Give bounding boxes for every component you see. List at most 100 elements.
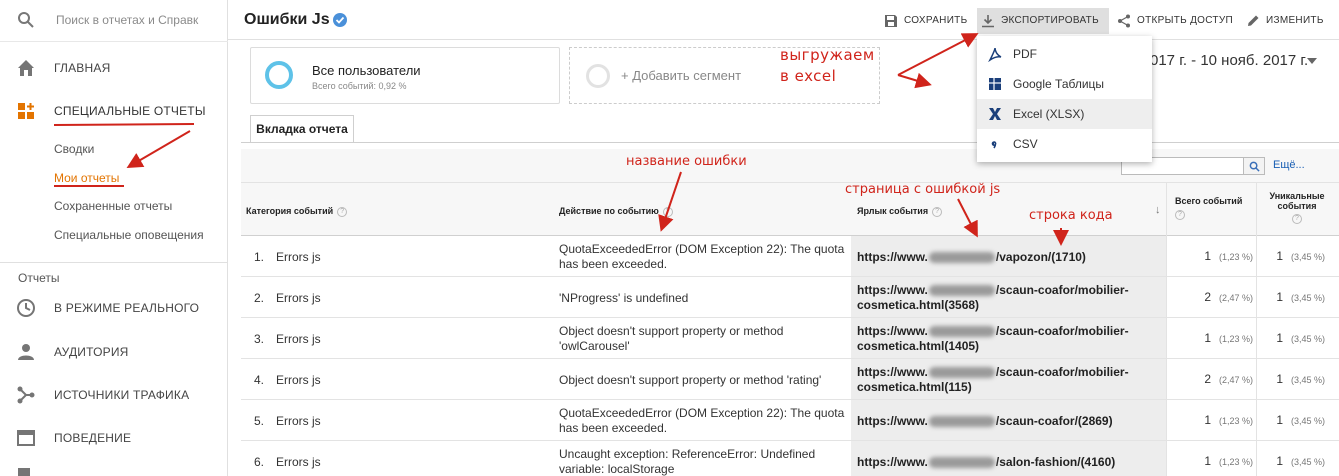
export-pdf-item[interactable]: PDF [977,39,1152,69]
row-label[interactable]: https://www. /salon-fashion/(4160) [857,455,1157,470]
row-unique-events: 1 [1276,331,1283,345]
nav-behavior[interactable]: ПОВЕДЕНИЕ [0,420,228,456]
row-action[interactable]: QuotaExceededError (DOM Exception 22): T… [559,406,849,436]
export-excel-item[interactable]: Excel (XLSX) [977,99,1152,129]
search-icon [1249,161,1260,172]
download-icon [982,15,994,28]
person-icon [18,344,34,360]
row-label[interactable]: https://www./scaun-coafor/mobilier-cosme… [857,365,1157,395]
search-input[interactable]: Поиск в отчетах и Справк [56,13,198,27]
table-row[interactable]: 4. Errors js Object doesn't support proper… [241,359,1339,400]
save-button[interactable]: СОХРАНИТЬ [880,8,967,34]
row-unique-events: 1 [1276,454,1283,468]
row-total-events: 1 [1204,413,1211,427]
row-label-prefix: https://www. [857,250,928,264]
annotation-code-line: строка кода [1029,208,1113,223]
help-icon[interactable]: ? [337,206,348,217]
nav-acquisition-label: ИСТОЧНИКИ ТРАФИКА [54,388,190,402]
nav-home[interactable]: ГЛАВНАЯ [0,50,228,86]
column-header-total[interactable]: Всего событий? [1175,196,1255,220]
row-category[interactable]: Errors js [276,291,321,305]
row-label[interactable]: https://www./scaun-coafor/mobilier-cosme… [857,283,1157,313]
help-icon[interactable]: ? [932,206,943,217]
column-header-category-label: Категория событий [246,206,334,216]
chevron-down-icon[interactable] [1307,58,1317,64]
verified-check-icon [333,13,347,27]
row-category[interactable]: Errors js [276,373,321,387]
annotation-error-name: название ошибки [626,154,747,169]
sub-item-saved-reports[interactable]: Сохраненные отчеты [54,199,172,213]
table-row[interactable]: 3. Errors js Object doesn't support proper… [241,318,1339,359]
export-csv-item[interactable]: CSV [977,129,1152,159]
help-icon[interactable]: ? [662,206,673,217]
export-menu: PDF Google Таблицы Excel (XLSX) CSV [977,36,1152,162]
help-icon[interactable]: ? [1175,210,1185,220]
row-action[interactable]: Uncaught exception: ReferenceError: Unde… [559,447,849,476]
column-header-unique[interactable]: Уникальные события? [1262,191,1332,224]
sub-item-custom-alerts[interactable]: Специальные оповещения [54,228,204,242]
behavior-icon [17,430,35,446]
nav-custom-reports[interactable]: СПЕЦИАЛЬНЫЕ ОТЧЕТЫ [0,93,228,129]
row-category[interactable]: Errors js [276,250,321,264]
row-number: 4. [254,373,265,387]
row-label-cell: https://www. /salon-fashion/(4160) [851,441,1166,476]
sub-item-summaries[interactable]: Сводки [54,142,94,156]
share-button[interactable]: ОТКРЫТЬ ДОСТУП [1113,8,1233,34]
column-header-category[interactable]: Категория событий? [246,206,348,217]
column-header-label[interactable]: Ярлык события? [857,206,943,217]
nav-audience[interactable]: АУДИТОРИЯ [0,334,228,370]
row-number: 6. [254,455,265,469]
row-unique-events: 1 [1276,372,1283,386]
row-category[interactable]: Errors js [276,414,321,428]
export-pdf-label: PDF [1013,47,1037,61]
nav-realtime[interactable]: В РЕЖИМЕ РЕАЛЬНОГО [0,290,228,326]
row-label-path: /salon-fashion/(4160) [995,455,1116,469]
sub-item-my-reports[interactable]: Мои отчеты [54,171,119,185]
nav-home-label: ГЛАВНАЯ [54,61,111,75]
row-label-prefix: https://www. [857,283,928,297]
row-total-events: 2 [1204,372,1211,386]
sort-desc-icon[interactable]: ↓ [1155,204,1161,216]
edit-button[interactable]: ИЗМЕНИТЬ [1242,8,1324,34]
nav-custom-reports-label: СПЕЦИАЛЬНЫЕ ОТЧЕТЫ [54,104,206,118]
row-total-pct: (1,23 %) [1219,252,1254,262]
tab-divider [241,142,1339,143]
row-action[interactable]: Object doesn't support property or metho… [559,324,849,354]
table-row[interactable]: 6. Errors js Uncaught exception: Reference… [241,441,1339,476]
column-header-action[interactable]: Действие по событию? [559,206,673,217]
date-range-picker[interactable]: 017 г. - 10 нояб. 2017 г. [1150,52,1308,69]
row-action[interactable]: QuotaExceededError (DOM Exception 22): T… [559,242,849,272]
more-link[interactable]: Ещё... [1273,159,1305,171]
row-action[interactable]: 'NProgress' is undefined [559,291,849,306]
row-category[interactable]: Errors js [276,332,321,346]
save-icon [885,15,897,27]
help-icon[interactable]: ? [1292,214,1302,224]
pencil-icon [1248,15,1259,26]
row-number: 1. [254,250,265,264]
row-label[interactable]: https://www. /vapozon/(1710) [857,250,1157,265]
row-label[interactable]: https://www. /scaun-coafor/(2869) [857,414,1157,429]
annotation-error-page: страница с ошибкой js [845,182,1001,197]
segment-all-users[interactable]: Все пользователи Всего событий: 0,92 % [250,47,560,104]
row-category[interactable]: Errors js [276,455,321,469]
table-row[interactable]: 5. Errors js QuotaExceededError (DOM Excep… [241,400,1339,441]
export-google-sheets-item[interactable]: Google Таблицы [977,69,1152,99]
export-button[interactable]: ЭКСПОРТИРОВАТЬ [977,8,1109,34]
redacted-domain [928,252,995,264]
row-action[interactable]: Object doesn't support property or metho… [559,373,849,388]
tab-report[interactable]: Вкладка отчета [250,115,354,143]
row-label[interactable]: https://www./scaun-coafor/mobilier-cosme… [857,324,1157,354]
nav-acquisition[interactable]: ИСТОЧНИКИ ТРАФИКА [0,377,228,413]
export-google-sheets-label: Google Таблицы [1013,77,1105,91]
report-header: Ошибки Js СОХРАНИТЬ ЭКСПОРТИРОВАТЬ ОТКРЫ… [228,0,1339,40]
segment-name: Все пользователи [312,63,421,78]
row-total-events: 1 [1204,454,1211,468]
row-label-prefix: https://www. [857,455,928,469]
sidebar-search[interactable]: Поиск в отчетах и Справк [0,0,228,42]
nav-audience-label: АУДИТОРИЯ [54,345,129,359]
row-total-pct: (2,47 %) [1219,375,1254,385]
row-label-cell: https://www. /vapozon/(1710) [851,236,1166,276]
table-row[interactable]: 1. Errors js QuotaExceededError (DOM Excep… [241,236,1339,277]
table-search-button[interactable] [1243,157,1265,175]
table-row[interactable]: 2. Errors js 'NProgress' is undefined https… [241,277,1339,318]
